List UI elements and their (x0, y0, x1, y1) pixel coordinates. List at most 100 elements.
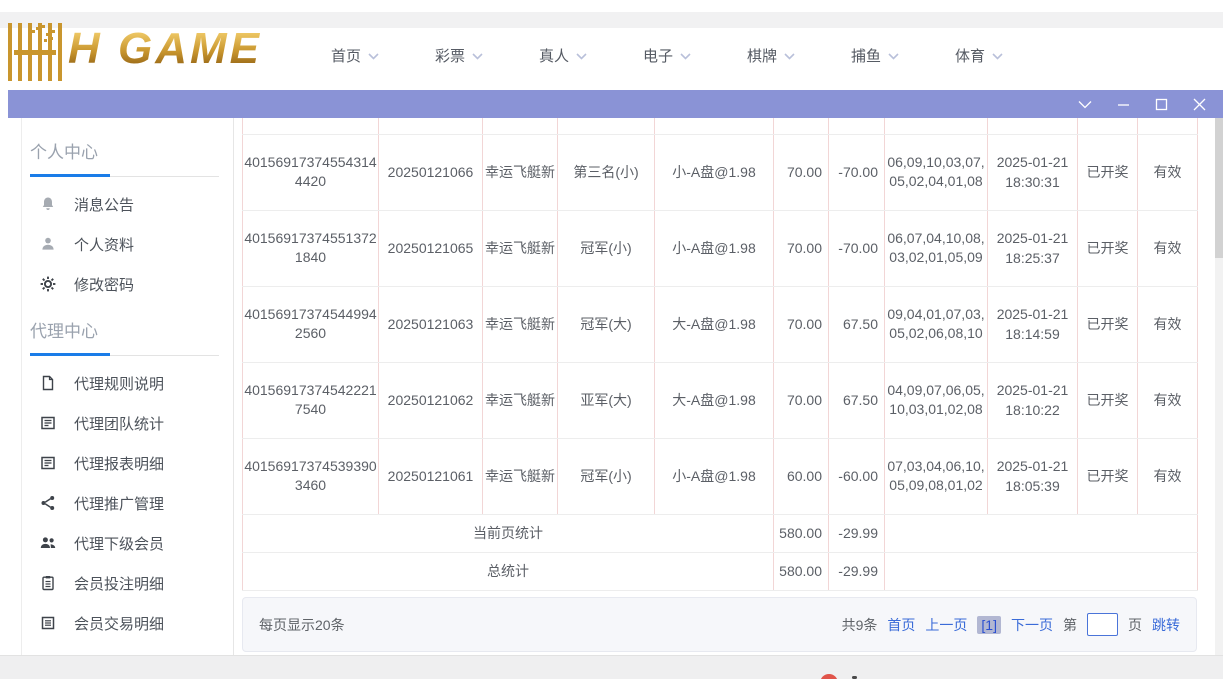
maximize-icon[interactable] (1153, 96, 1169, 112)
first-page-link[interactable]: 首页 (887, 615, 915, 635)
nav-item[interactable]: 捕鱼 (823, 38, 927, 72)
window-titlebar[interactable] (8, 90, 1223, 118)
logo-dots (36, 27, 39, 30)
sidebar-item-icon (40, 196, 56, 212)
cell-game: 幸运飞艇新 (483, 438, 558, 514)
summary-amount: 580.00 (774, 514, 829, 552)
cell-amount: 70.00 (774, 134, 829, 210)
chevron-down-icon (680, 53, 691, 60)
close-icon[interactable] (1191, 96, 1207, 112)
chevron-down-icon (576, 53, 587, 60)
cell-time: 2025-01-21 18:30:31 (988, 134, 1078, 210)
table-row: 401569173745422217540 20250121062 幸运飞艇新 … (243, 362, 1198, 438)
chevron-down-icon (888, 53, 899, 60)
sidebar-item[interactable]: 代理推广管理 (8, 483, 233, 523)
sidebar-item-label: 代理规则说明 (74, 373, 164, 394)
sidebar-section-title-agent: 代理中心 (30, 317, 233, 342)
minimize-icon[interactable] (1115, 96, 1131, 112)
nav-item[interactable]: 真人 (511, 38, 615, 72)
chevron-down-icon (368, 53, 379, 60)
total-count-text: 共9条 (842, 615, 878, 635)
cell-status: 已开奖 (1078, 286, 1138, 362)
cell-draw-result: 04,09,07,06,05,10,03,01,02,08 (885, 362, 988, 438)
nav-item[interactable]: 体育 (927, 38, 1031, 72)
sidebar-item-icon (40, 236, 56, 252)
nav-item[interactable]: 首页 (303, 38, 407, 72)
nav-item[interactable]: 电子 (615, 38, 719, 72)
sidebar-item-icon (40, 415, 56, 431)
summary-label: 总统计 (243, 552, 774, 590)
cell-order-id: 401569173745422217540 (243, 362, 379, 438)
sidebar-item[interactable]: 代理报表明细 (8, 443, 233, 483)
summary-label: 当前页统计 (243, 514, 774, 552)
vertical-scrollbar-thumb[interactable] (1215, 118, 1223, 258)
cell-play: 冠军(大) (558, 286, 655, 362)
sidebar-item[interactable]: 代理团队统计 (8, 403, 233, 443)
cell-status: 已开奖 (1078, 134, 1138, 210)
sidebar-item-label: 修改密码 (74, 274, 134, 295)
cell-order-id: 401569173745393903460 (243, 438, 379, 514)
sidebar-agent-items: 代理规则说明 代理团队统计 代理报表明细 (8, 363, 233, 643)
sidebar-item-icon (40, 615, 56, 631)
sidebar-item-label: 会员投注明细 (74, 573, 164, 594)
sidebar-item[interactable]: 修改密码 (8, 264, 233, 304)
logo-bars-glyph (8, 23, 62, 81)
cell-time: 2025-01-21 18:25:37 (988, 210, 1078, 286)
nav-item-label: 捕鱼 (851, 45, 881, 66)
footer-strip (0, 655, 1223, 679)
sidebar-item[interactable]: 个人资料 (8, 224, 233, 264)
cell-valid: 有效 (1138, 210, 1198, 286)
sidebar-item-label: 代理报表明细 (74, 453, 164, 474)
app-window: H GAME 首页 彩票 真人 (0, 0, 1223, 679)
pagination-bar: 每页显示20条 共9条 首页 上一页 [1] 下一页 第 页 跳转 (242, 597, 1197, 652)
summary-profit: -29.99 (829, 552, 885, 590)
summary-row: 当前页统计 580.00 -29.99 (243, 514, 1198, 552)
sidebar-item-label: 代理团队统计 (74, 413, 164, 434)
cell-draw-result: 06,07,04,10,08,03,02,01,05,09 (885, 210, 988, 286)
sidebar-item[interactable]: 代理规则说明 (8, 363, 233, 403)
sidebar-section-title-personal: 个人中心 (30, 138, 233, 163)
cell-profit: 67.50 (829, 286, 885, 362)
logo[interactable]: H GAME (6, 14, 262, 84)
jump-link[interactable]: 跳转 (1152, 615, 1180, 635)
sidebar: 个人中心 消息公告 个人资料 (8, 118, 234, 655)
sidebar-item-icon (40, 276, 56, 292)
cell-order-id: 401569173745513721840 (243, 210, 379, 286)
table-body: 401569173745543144420 20250121066 幸运飞艇新 … (243, 134, 1198, 514)
cell-issue: 20250121061 (379, 438, 483, 514)
nav-item-label: 体育 (955, 45, 985, 66)
summary-row: 总统计 580.00 -29.99 (243, 552, 1198, 590)
cell-issue: 20250121066 (379, 134, 483, 210)
main-nav: 首页 彩票 真人 电子 (303, 38, 1031, 72)
cell-time: 2025-01-21 18:14:59 (988, 286, 1078, 362)
cell-status: 已开奖 (1078, 210, 1138, 286)
section-divider (30, 353, 219, 356)
table-row: 401569173745393903460 20250121061 幸运飞艇新 … (243, 438, 1198, 514)
chevron-down-icon[interactable] (1077, 96, 1093, 112)
summary-profit: -29.99 (829, 514, 885, 552)
sidebar-item[interactable]: 会员投注明细 (8, 563, 233, 603)
prev-page-link[interactable]: 上一页 (925, 615, 967, 635)
nav-item[interactable]: 棋牌 (719, 38, 823, 72)
sidebar-personal-items: 消息公告 个人资料 修改密码 (8, 184, 233, 304)
sidebar-item[interactable]: 代理下级会员 (8, 523, 233, 563)
vertical-scrollbar-track[interactable] (1215, 118, 1223, 655)
cell-valid: 有效 (1138, 362, 1198, 438)
cell-game: 幸运飞艇新 (483, 134, 558, 210)
cell-play: 冠军(小) (558, 438, 655, 514)
current-page-badge[interactable]: [1] (977, 616, 1001, 634)
jump-suffix-label: 页 (1128, 615, 1142, 635)
nav-item[interactable]: 彩票 (407, 38, 511, 72)
cell-play: 第三名(小) (558, 134, 655, 210)
nav-item-label: 真人 (539, 45, 569, 66)
page-number-input[interactable] (1087, 613, 1118, 636)
sidebar-item[interactable]: 消息公告 (8, 184, 233, 224)
cell-play: 亚军(大) (558, 362, 655, 438)
next-page-link[interactable]: 下一页 (1011, 615, 1053, 635)
table-row: 401569173745449942560 20250121063 幸运飞艇新 … (243, 286, 1198, 362)
cell-valid: 有效 (1138, 438, 1198, 514)
sidebar-item[interactable]: 会员交易明细 (8, 603, 233, 643)
table-summary: 当前页统计 580.00 -29.99 总统计 580.00 -29.99 (243, 514, 1198, 590)
cell-content: 小-A盘@1.98 (655, 134, 774, 210)
nav-item-label: 电子 (643, 45, 673, 66)
